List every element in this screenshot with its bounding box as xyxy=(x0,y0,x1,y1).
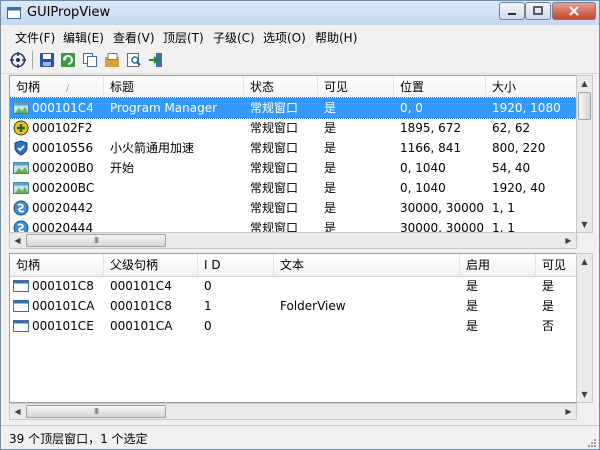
menu-toplevel[interactable]: 顶层(T) xyxy=(163,29,204,46)
save-button[interactable] xyxy=(38,51,56,69)
properties-button[interactable] xyxy=(103,51,121,69)
scroll-down-button[interactable]: ▼ xyxy=(577,387,592,402)
save-icon xyxy=(40,53,54,67)
menu-options[interactable]: 选项(O) xyxy=(263,29,306,46)
chevron-left-icon: ◀ xyxy=(14,407,21,416)
col-header-title[interactable]: 标题 xyxy=(104,76,244,98)
toplevel-horizontal-scrollbar[interactable]: ◀ III ▶ xyxy=(9,232,577,249)
scroll-left-button[interactable]: ◀ xyxy=(10,233,25,248)
toplevel-list-header: 句柄 / 标题 状态 可见 位置 大小 xyxy=(10,76,576,99)
menu-child[interactable]: 子级(C) xyxy=(213,29,255,46)
target-icon xyxy=(10,52,26,68)
maximize-icon xyxy=(533,6,543,15)
scroll-right-button[interactable]: ▶ xyxy=(561,233,576,248)
scroll-thumb[interactable]: III xyxy=(26,234,166,247)
chevron-right-icon: ▶ xyxy=(565,407,572,416)
col-header-visible[interactable]: 可见 xyxy=(318,76,394,98)
resize-grip-icon[interactable] xyxy=(585,436,597,448)
scroll-thumb[interactable]: III xyxy=(26,405,166,418)
window-title: GUIPropView xyxy=(27,5,111,20)
maximize-button[interactable] xyxy=(525,2,551,20)
table-row[interactable]: 00020442 常规窗口 是 30000, 30000 1, 1 xyxy=(10,198,576,218)
child-windows-list[interactable]: 句柄 父级句柄 I D 文本 启用 可见 000101C8 000101C4 0… xyxy=(9,253,577,403)
col-header-position[interactable]: 位置 xyxy=(394,76,486,98)
copy-icon xyxy=(83,53,97,67)
refresh-button[interactable] xyxy=(59,51,77,69)
exit-icon xyxy=(149,53,162,67)
close-icon xyxy=(569,6,579,16)
toplevel-vertical-scrollbar[interactable]: ▲ ▼ xyxy=(576,75,593,233)
table-row[interactable]: 00010556 小火箭通用加速 常规窗口 是 1166, 841 800, 2… xyxy=(10,138,576,158)
scroll-up-button[interactable]: ▲ xyxy=(577,76,592,91)
menu-file[interactable]: 文件(F) xyxy=(15,29,55,46)
chevron-right-icon: ▶ xyxy=(565,236,572,245)
properties-icon xyxy=(105,53,119,67)
col-header-handle[interactable]: 句柄 xyxy=(10,254,104,276)
col-header-state[interactable]: 状态 xyxy=(244,76,318,98)
child-vertical-scrollbar[interactable]: ▲ ▼ xyxy=(576,253,593,403)
scroll-left-button[interactable]: ◀ xyxy=(10,404,25,419)
app-icon xyxy=(7,7,21,19)
table-row[interactable]: 000101CA 000101C8 1 FolderView 是 是 xyxy=(10,296,576,316)
toplevel-windows-list[interactable]: 句柄 / 标题 状态 可见 位置 大小 000101C4 Program Mana… xyxy=(9,75,577,233)
find-button[interactable] xyxy=(125,51,143,69)
table-row[interactable]: 000101C8 000101C4 0 是 是 xyxy=(10,276,576,296)
status-bar: 39 个顶层窗口，1 个选定 xyxy=(1,425,599,449)
chevron-left-icon: ◀ xyxy=(14,236,21,245)
scroll-thumb[interactable] xyxy=(578,92,591,120)
col-header-text[interactable]: 文本 xyxy=(274,254,460,276)
col-header-id[interactable]: I D xyxy=(198,254,274,276)
chevron-up-icon: ▲ xyxy=(581,257,588,266)
app-window: GUIPropView 文件(F) 编辑(E) 查看(V) 顶层(T) 子级(C… xyxy=(0,0,600,450)
chevron-down-icon: ▼ xyxy=(581,220,588,229)
table-row[interactable]: 000200B0 开始 常规窗口 是 0, 1040 54, 40 xyxy=(10,158,576,178)
col-header-parent-handle[interactable]: 父级句柄 xyxy=(104,254,198,276)
title-bar[interactable]: GUIPropView xyxy=(1,1,599,25)
exit-button[interactable] xyxy=(147,51,165,69)
chevron-up-icon: ▲ xyxy=(581,79,588,88)
child-list-header: 句柄 父级句柄 I D 文本 启用 可见 xyxy=(10,254,576,277)
chevron-down-icon: ▼ xyxy=(581,390,588,399)
table-row[interactable]: 000101C4 Program Manager 常规窗口 是 0, 0 192… xyxy=(10,97,576,119)
find-icon xyxy=(127,53,141,67)
scroll-down-button[interactable]: ▼ xyxy=(577,217,592,232)
minimize-icon xyxy=(508,13,516,15)
menu-edit[interactable]: 编辑(E) xyxy=(63,29,104,46)
menu-view[interactable]: 查看(V) xyxy=(113,29,155,46)
col-header-handle[interactable]: 句柄 / xyxy=(10,76,104,98)
copy-button[interactable] xyxy=(81,51,99,69)
menu-help[interactable]: 帮助(H) xyxy=(315,29,357,46)
toolbar xyxy=(1,47,599,74)
minimize-button[interactable] xyxy=(499,2,525,20)
table-row[interactable]: 000200BC 常规窗口 是 0, 1040 1920, 40 xyxy=(10,178,576,198)
toolbar-separator xyxy=(32,51,33,69)
col-header-enabled[interactable]: 启用 xyxy=(460,254,536,276)
col-header-size[interactable]: 大小 xyxy=(486,76,576,98)
table-row[interactable]: 00020444 常规窗口 是 30000, 30000 1, 1 xyxy=(10,218,576,232)
status-text: 39 个顶层窗口，1 个选定 xyxy=(9,432,148,446)
col-header-visible[interactable]: 可见 xyxy=(536,254,576,276)
child-horizontal-scrollbar[interactable]: ◀ III ▶ xyxy=(9,403,577,420)
close-button[interactable] xyxy=(552,2,596,20)
sort-indicator: / xyxy=(66,84,70,94)
refresh-icon xyxy=(61,53,75,67)
table-row[interactable]: 000102F2 常规窗口 是 1895, 672 62, 62 xyxy=(10,118,576,138)
scroll-right-button[interactable]: ▶ xyxy=(561,404,576,419)
table-row[interactable]: 000101CE 000101CA 0 是 否 xyxy=(10,316,576,336)
menu-bar: 文件(F) 编辑(E) 查看(V) 顶层(T) 子级(C) 选项(O) 帮助(H… xyxy=(1,26,599,46)
scroll-up-button[interactable]: ▲ xyxy=(577,254,592,269)
target-button[interactable] xyxy=(9,51,27,69)
